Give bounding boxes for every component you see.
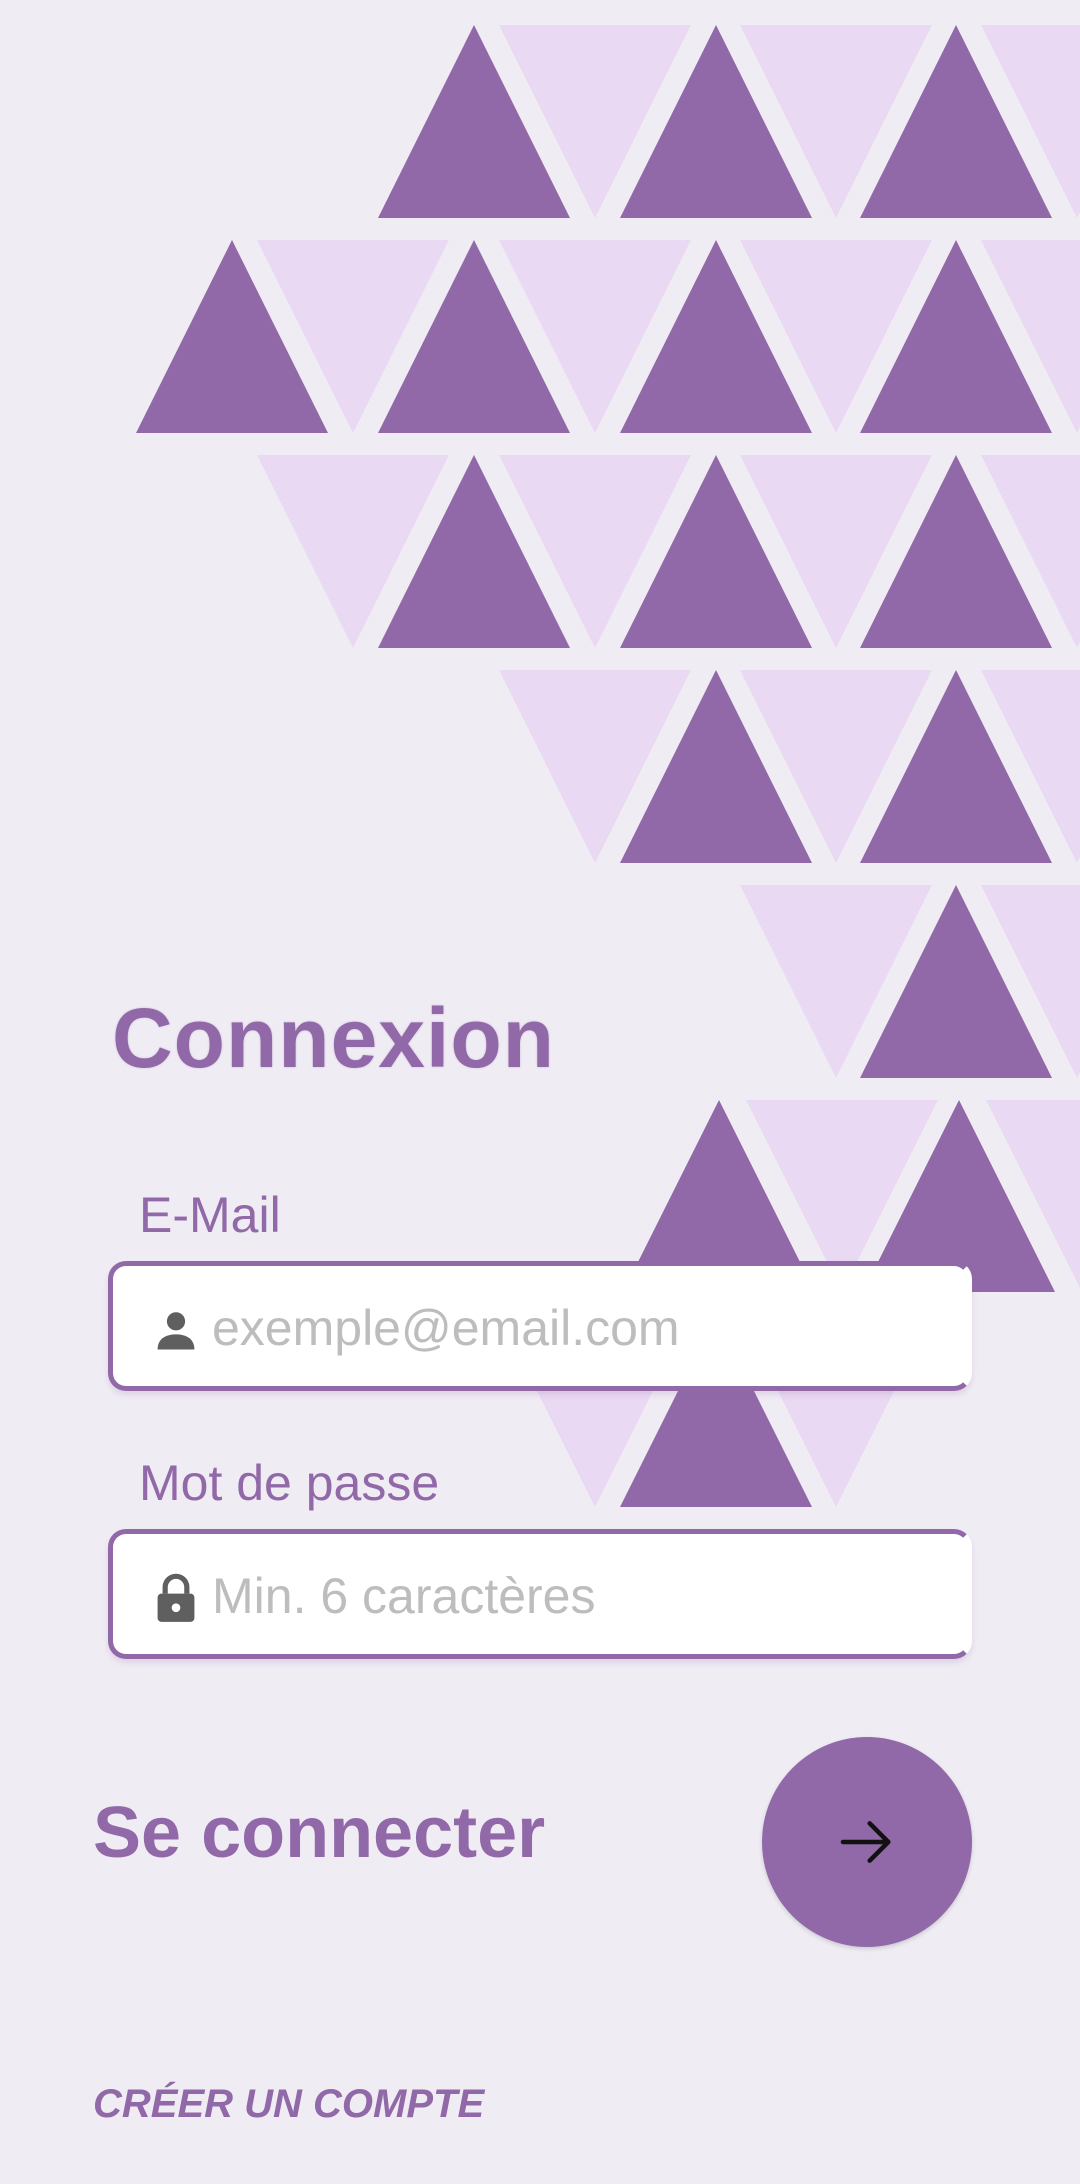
password-label: Mot de passe xyxy=(139,1455,440,1511)
email-label: E-Mail xyxy=(139,1187,281,1243)
create-account-link[interactable]: CRÉER UN COMPTE xyxy=(93,2082,484,2127)
submit-label: Se connecter xyxy=(93,1793,546,1873)
password-input[interactable] xyxy=(212,1556,912,1636)
page-title: Connexion xyxy=(112,991,555,1085)
password-field[interactable] xyxy=(108,1529,972,1659)
lock-icon xyxy=(157,1573,195,1622)
arrow-right-icon xyxy=(840,1821,891,1863)
person-icon xyxy=(157,1312,195,1350)
email-input[interactable] xyxy=(212,1288,912,1368)
submit-button[interactable] xyxy=(762,1737,972,1947)
email-field[interactable] xyxy=(108,1261,972,1391)
